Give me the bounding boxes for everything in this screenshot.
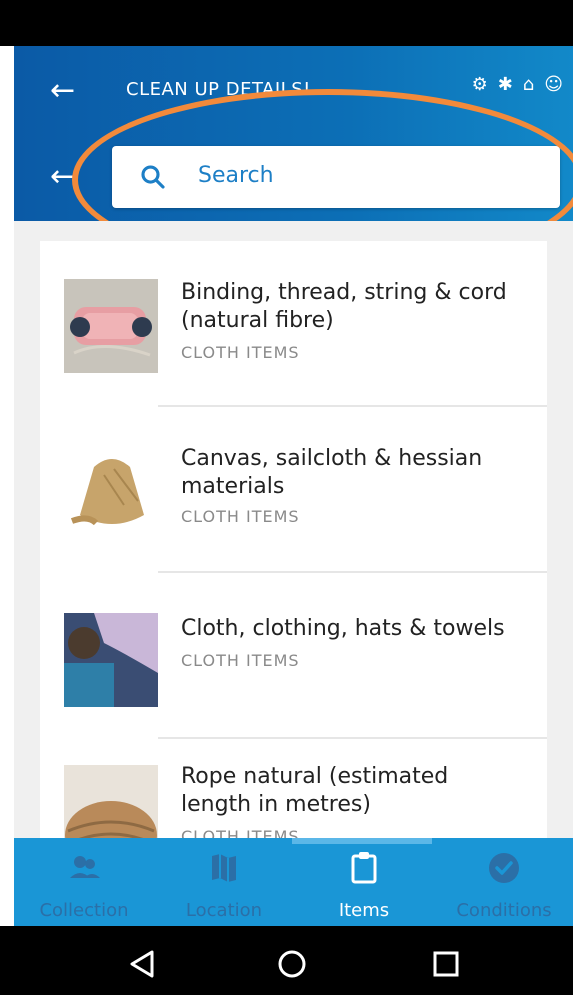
- item-title: Rope natural (estimated length in metres…: [181, 764, 449, 817]
- check-circle-icon: [489, 853, 519, 883]
- tab-conditions[interactable]: Conditions: [434, 838, 573, 926]
- item-thumbnail-clothing: [64, 613, 158, 707]
- search-placeholder: Search: [198, 163, 274, 188]
- item-title: Cloth, clothing, hats & towels: [181, 616, 505, 641]
- list-item[interactable]: Canvas, sailcloth & hessian materials CL…: [40, 407, 547, 573]
- content-area: Binding, thread, string & cord (natural …: [14, 221, 573, 838]
- tab-items[interactable]: Items: [294, 838, 434, 926]
- tab-location[interactable]: Location: [154, 838, 294, 926]
- item-thumbnail-rope: [64, 765, 158, 838]
- avatar-icon[interactable]: ☺: [544, 74, 563, 95]
- item-thumbnail-thread: [64, 279, 158, 373]
- item-category: CLOTH ITEMS: [181, 651, 300, 670]
- search-back-arrow-icon[interactable]: ←: [50, 162, 75, 192]
- bug-icon[interactable]: ✱: [498, 74, 513, 95]
- nav-home-icon[interactable]: [272, 944, 312, 984]
- system-nav-bar: [0, 926, 573, 995]
- item-category: CLOTH ITEMS: [181, 827, 300, 838]
- status-bar: [0, 0, 573, 46]
- active-tab-indicator: [292, 838, 432, 844]
- search-icon: [141, 165, 165, 189]
- nav-recents-icon[interactable]: [426, 944, 466, 984]
- list-item[interactable]: Cloth, clothing, hats & towels CLOTH ITE…: [40, 573, 547, 739]
- header-icons: ⚙ ✱ ⌂ ☺: [472, 74, 563, 95]
- tab-label: Conditions: [456, 900, 552, 921]
- tab-label: Items: [338, 900, 390, 921]
- map-icon: [212, 854, 236, 882]
- tab-collection[interactable]: Collection: [14, 838, 154, 926]
- back-arrow-icon[interactable]: ←: [50, 76, 75, 106]
- tab-label: Location: [185, 900, 263, 921]
- search-input[interactable]: Search: [112, 146, 560, 208]
- people-icon: [70, 856, 100, 878]
- app-header: ← CLEAN UP DETAILS! ⚙ ✱ ⌂ ☺ ← Search: [14, 46, 573, 221]
- tab-label: Collection: [39, 900, 129, 921]
- title-row: ← CLEAN UP DETAILS! ⚙ ✱ ⌂ ☺: [14, 46, 573, 134]
- item-category: CLOTH ITEMS: [181, 507, 300, 526]
- item-thumbnail-hessian-sack: [64, 445, 158, 539]
- bottom-tab-bar: Collection Location Items Conditions: [14, 838, 573, 926]
- item-list: Binding, thread, string & cord (natural …: [40, 241, 547, 838]
- item-category: CLOTH ITEMS: [181, 343, 300, 362]
- item-title: Binding, thread, string & cord (natural …: [181, 280, 507, 333]
- gear-icon[interactable]: ⚙: [472, 74, 488, 95]
- list-item[interactable]: Rope natural (estimated length in metres…: [40, 739, 547, 838]
- list-item[interactable]: Binding, thread, string & cord (natural …: [40, 241, 547, 407]
- item-title: Canvas, sailcloth & hessian materials: [181, 446, 483, 499]
- bin-icon[interactable]: ⌂: [523, 74, 534, 95]
- nav-back-icon[interactable]: [122, 944, 162, 984]
- page-title: CLEAN UP DETAILS!: [126, 79, 311, 100]
- clipboard-icon: [351, 852, 377, 884]
